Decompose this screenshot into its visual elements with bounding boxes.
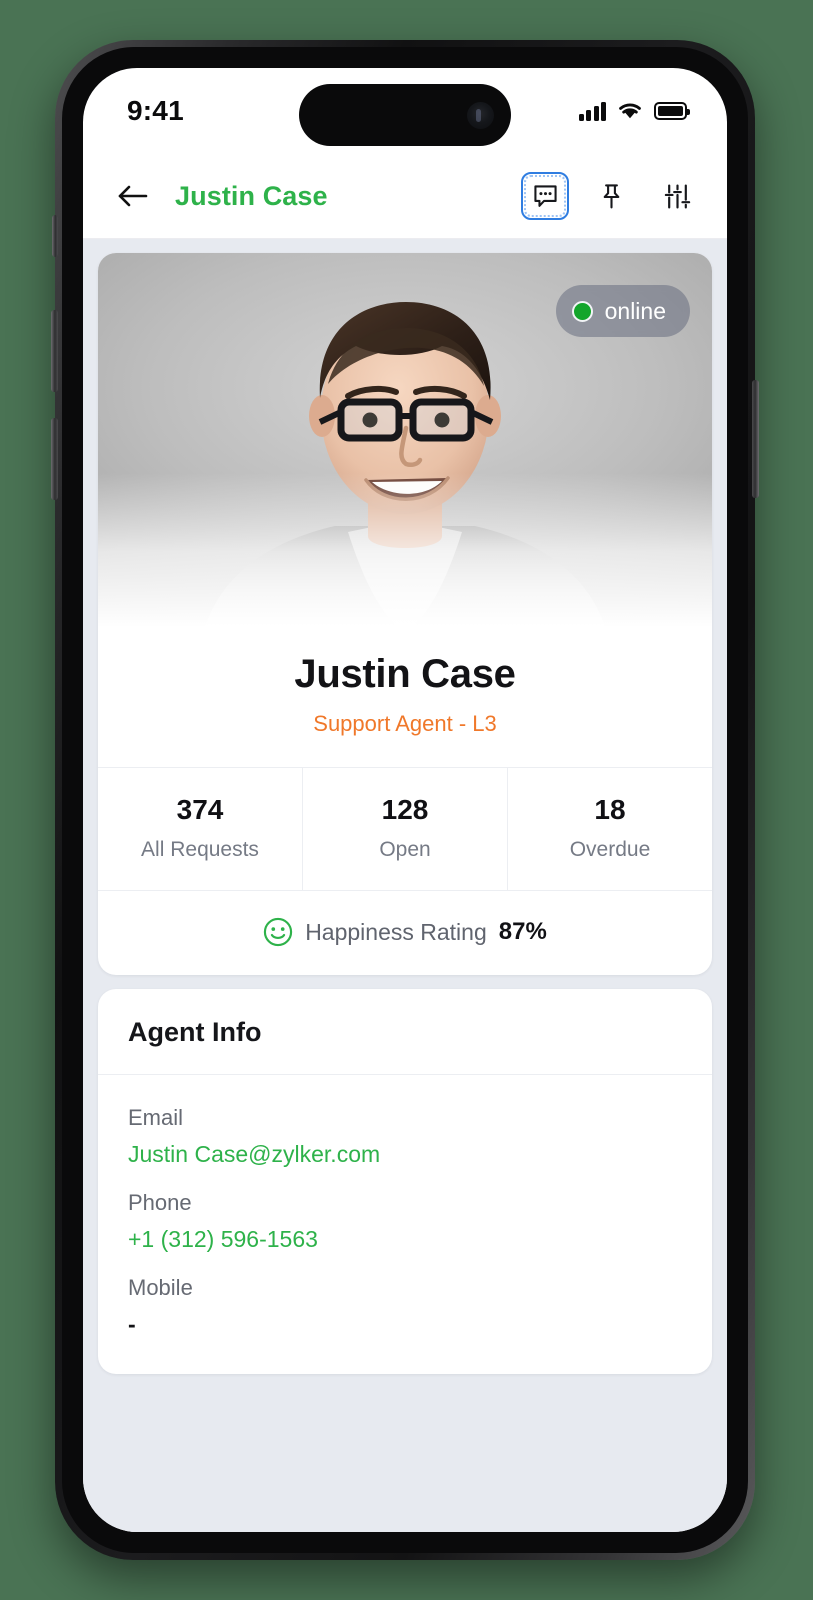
status-indicators — [578, 101, 690, 121]
stat-value: 18 — [594, 794, 626, 825]
pin-icon[interactable] — [587, 172, 635, 220]
wifi-icon — [619, 103, 641, 119]
info-label: Phone — [128, 1190, 192, 1215]
stat-open[interactable]: 128 Open — [302, 768, 507, 890]
info-row-mobile: Mobile - — [128, 1259, 682, 1344]
info-value-phone[interactable]: +1 (312) 596-1563 — [128, 1226, 682, 1253]
navbar-actions — [521, 172, 701, 220]
status-bar: 9:41 — [83, 68, 727, 154]
info-row-phone: Phone +1 (312) 596-1563 — [128, 1174, 682, 1259]
agent-info-title: Agent Info — [128, 1017, 262, 1047]
status-badge: online — [555, 285, 690, 337]
volume-down-button[interactable] — [51, 418, 58, 500]
info-label: Mobile — [128, 1275, 193, 1300]
sliders-icon[interactable] — [653, 172, 701, 220]
smiley-face-icon — [264, 917, 293, 947]
profile-role: Support Agent - L3 — [313, 711, 497, 736]
stat-label: Overdue — [569, 838, 651, 861]
phone-screen: 9:41 Justin Case online Justin Case Supp… — [83, 68, 727, 1532]
battery-full-icon — [654, 102, 690, 120]
chat-bubble-icon[interactable] — [521, 172, 569, 220]
info-row-email: Email Justin Case@zylker.com — [128, 1089, 682, 1174]
profile-name-block: Justin Case Support Agent - L3 — [98, 648, 712, 767]
volume-up-button[interactable] — [51, 310, 58, 392]
stat-value: 128 — [381, 794, 429, 825]
online-dot-icon — [571, 300, 593, 322]
profile-photo: online — [98, 253, 712, 648]
page-content[interactable]: online Justin Case Support Agent - L3 37… — [83, 239, 727, 1532]
profile-stats: 374 All Requests 128 Open 18 Overdue — [98, 767, 712, 890]
dynamic-island — [299, 84, 511, 146]
happiness-rating-row: Happiness Rating 87% — [98, 890, 712, 975]
info-value-email[interactable]: Justin Case@zylker.com — [128, 1141, 682, 1168]
phone-device-frame: 9:41 Justin Case online Justin Case Supp… — [51, 40, 759, 1560]
profile-name: Justin Case — [294, 652, 516, 696]
profile-card: online Justin Case Support Agent - L3 37… — [98, 253, 712, 975]
screenshot-root: 9:41 Justin Case online Justin Case Supp… — [0, 0, 813, 1600]
happiness-rating-label: Happiness Rating — [305, 918, 487, 945]
stat-value: 374 — [176, 794, 224, 825]
page-title: Justin Case — [175, 180, 328, 211]
power-button[interactable] — [752, 380, 759, 498]
agent-info-list: Email Justin Case@zylker.com Phone +1 (3… — [98, 1074, 712, 1374]
avatar — [200, 302, 610, 648]
stat-all-requests[interactable]: 374 All Requests — [98, 768, 302, 890]
info-label: Email — [128, 1105, 184, 1130]
navigation-bar: Justin Case — [83, 154, 727, 239]
stat-overdue[interactable]: 18 Overdue — [507, 768, 712, 890]
agent-info-card: Agent Info Email Justin Case@zylker.com … — [98, 989, 712, 1374]
stat-label: All Requests — [141, 838, 259, 861]
signal-bars-icon — [578, 101, 606, 121]
status-time: 9:41 — [127, 95, 184, 126]
front-camera-icon — [467, 101, 494, 129]
info-value-mobile: - — [128, 1311, 136, 1337]
happiness-rating-value: 87% — [498, 918, 547, 945]
back-arrow-icon[interactable] — [113, 176, 153, 216]
silence-switch[interactable] — [52, 215, 58, 257]
stat-label: Open — [379, 838, 431, 861]
status-badge-label: online — [604, 297, 666, 324]
